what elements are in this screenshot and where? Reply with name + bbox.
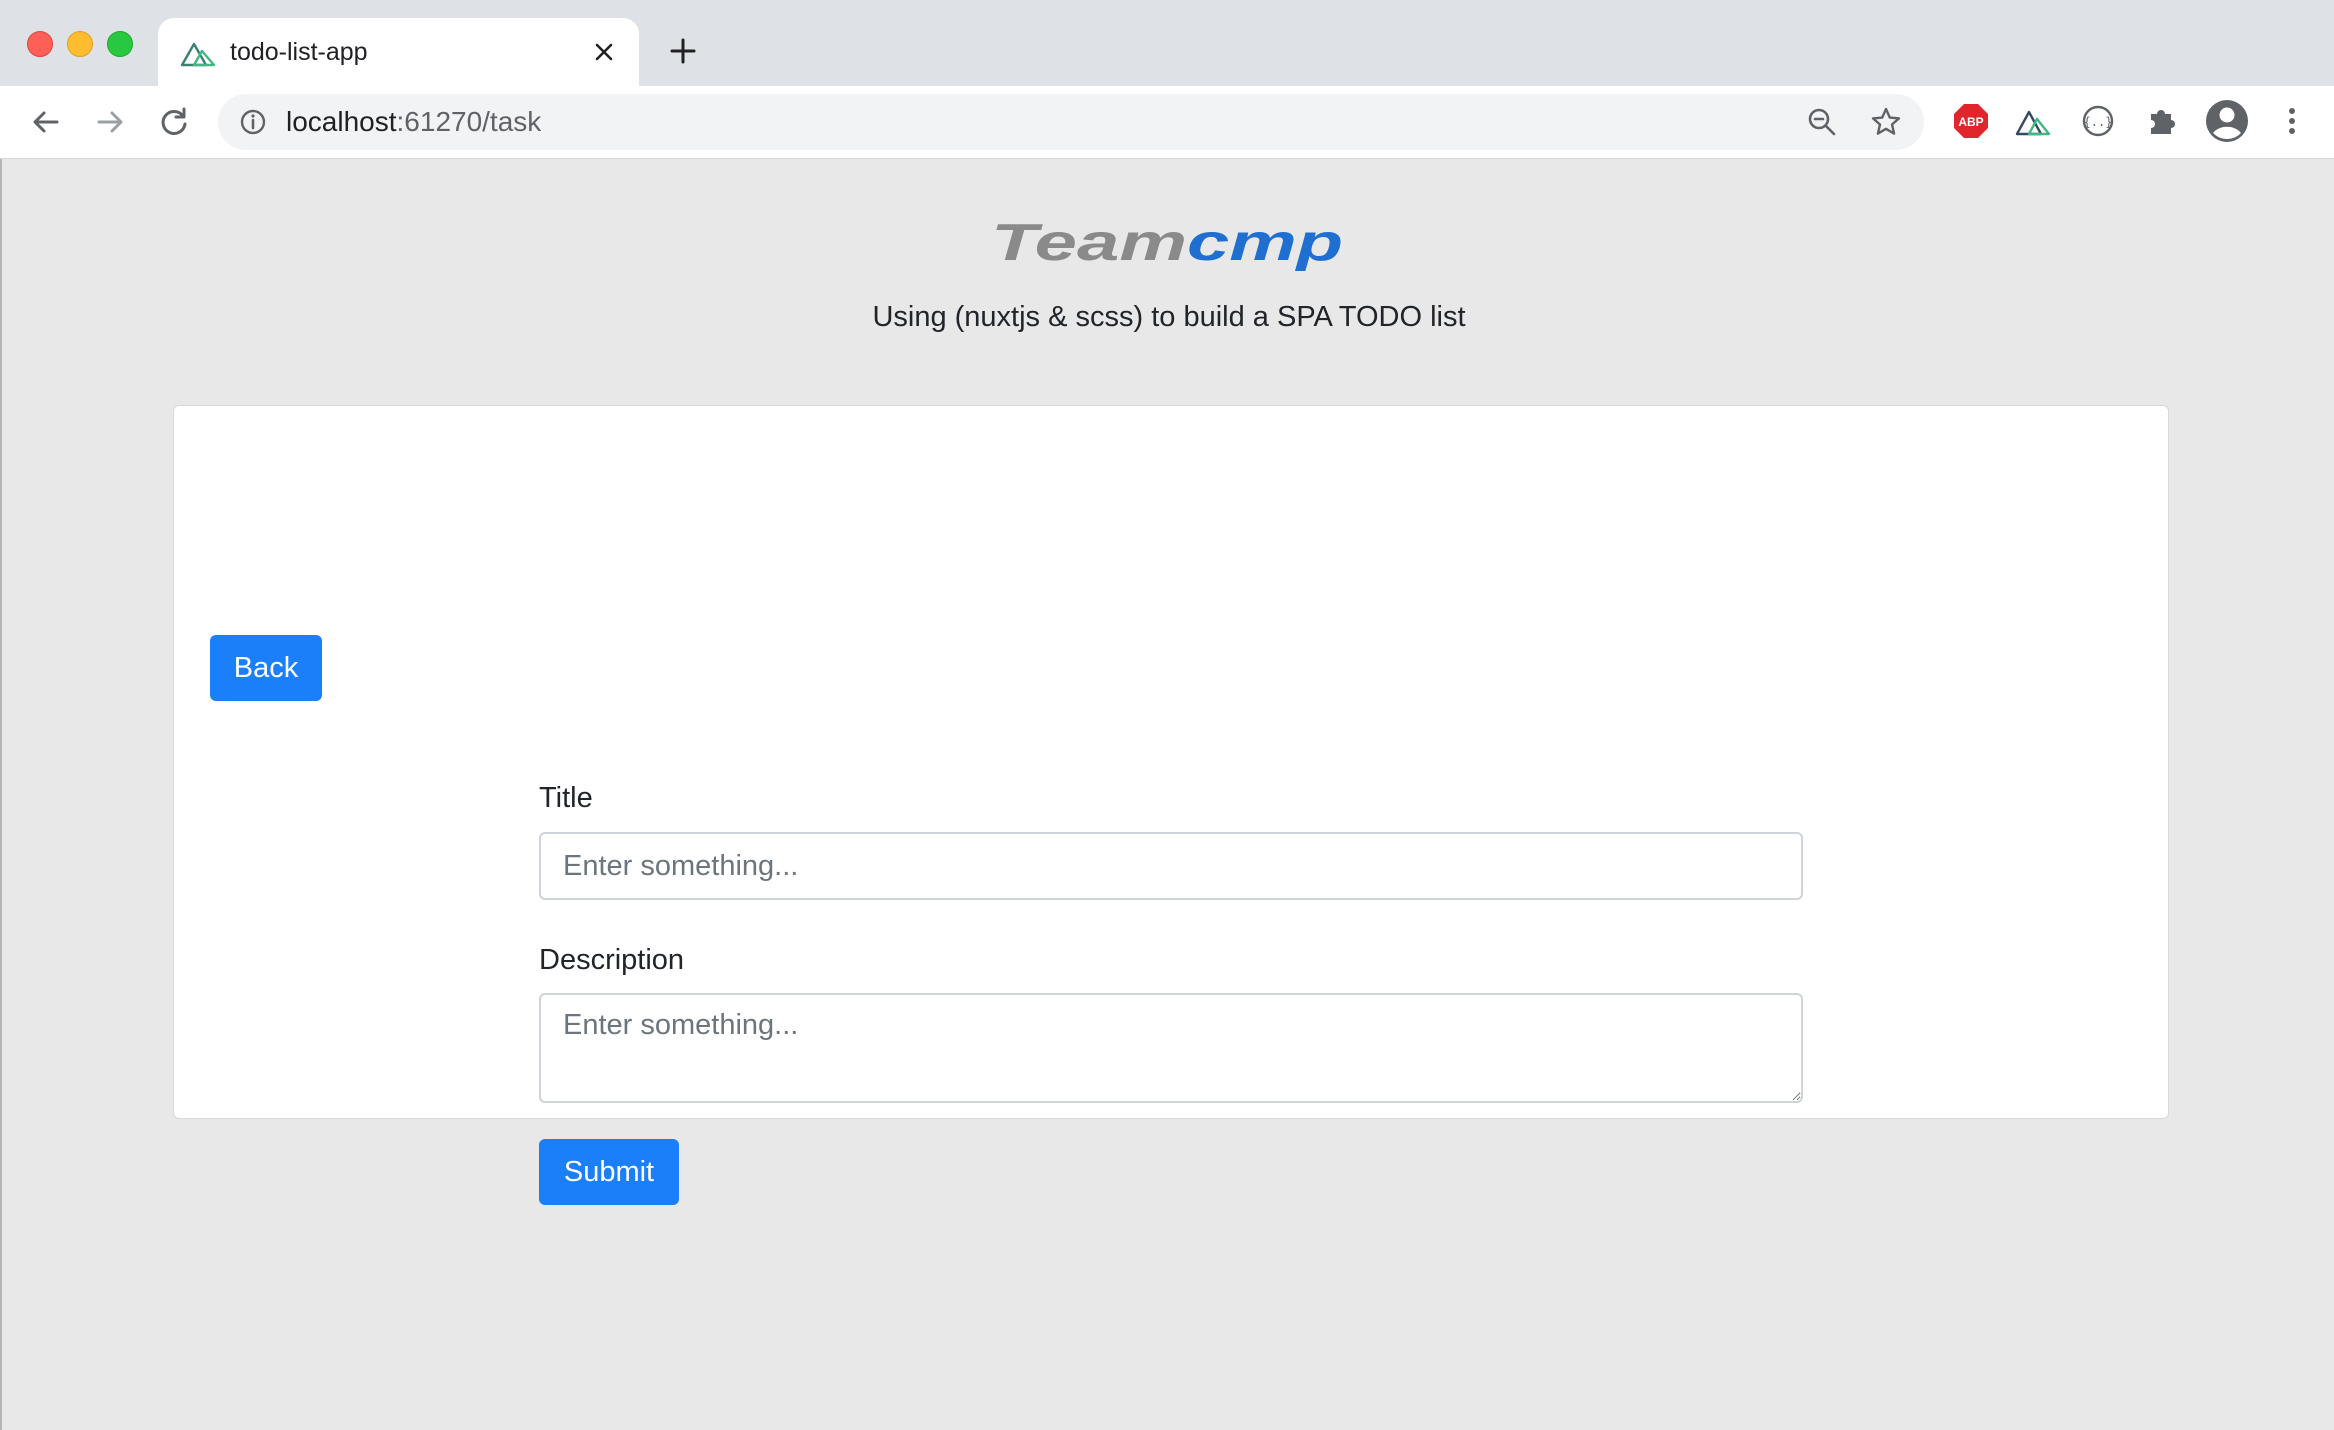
back-arrow-icon[interactable] [26, 102, 66, 142]
forward-arrow-icon[interactable] [90, 102, 130, 142]
close-tab-icon[interactable] [590, 38, 618, 66]
profile-avatar-icon[interactable] [2204, 98, 2250, 144]
minimize-window-button[interactable] [67, 31, 93, 57]
new-tab-icon[interactable] [664, 32, 702, 70]
zoom-out-icon[interactable] [1806, 106, 1838, 138]
task-form-card: Back Title Description Submit [173, 405, 2169, 1205]
json-extension-icon[interactable]: {..} [2079, 102, 2117, 140]
nuxt-favicon-icon [180, 42, 216, 67]
extensions-puzzle-icon[interactable] [2143, 102, 2181, 140]
nuxt-extension-icon[interactable] [2014, 102, 2052, 140]
page-viewport: Team cmp Using (nuxtjs & scss) to build … [0, 159, 2334, 1430]
tab-strip: todo-list-app [0, 0, 2334, 86]
browser-window: todo-list-app localhost:61270/task ABP {… [0, 0, 2334, 1430]
adblock-plus-text: ABP [1958, 115, 1983, 129]
page-subtitle: Using (nuxtjs & scss) to build a SPA TOD… [872, 301, 1466, 333]
url-path: :61270/task [396, 106, 542, 137]
bookmark-star-icon[interactable] [1870, 106, 1902, 138]
maximize-window-button[interactable] [107, 31, 133, 57]
submit-button[interactable]: Submit [539, 1139, 679, 1205]
browser-tab[interactable]: todo-list-app [158, 18, 639, 86]
title-input[interactable] [539, 832, 1803, 900]
reload-icon[interactable] [154, 102, 194, 142]
svg-text:{..}: {..} [2084, 115, 2113, 129]
teamcmp-logo: Team cmp [991, 216, 1343, 272]
svg-text:Team: Team [991, 216, 1187, 272]
menu-dots-icon[interactable] [2272, 102, 2312, 140]
adblock-plus-icon[interactable]: ABP [1952, 102, 1990, 140]
tab-title: todo-list-app [230, 38, 368, 66]
title-label: Title [539, 782, 593, 814]
address-bar[interactable]: localhost:61270/task [218, 94, 1924, 150]
description-textarea[interactable] [539, 993, 1803, 1103]
close-window-button[interactable] [27, 31, 53, 57]
site-info-icon[interactable] [238, 107, 268, 137]
description-label: Description [539, 944, 685, 976]
url-host: localhost [286, 106, 397, 137]
url-text: localhost:61270/task [286, 104, 541, 140]
back-button[interactable]: Back [210, 635, 322, 701]
svg-text:cmp: cmp [1187, 216, 1343, 272]
